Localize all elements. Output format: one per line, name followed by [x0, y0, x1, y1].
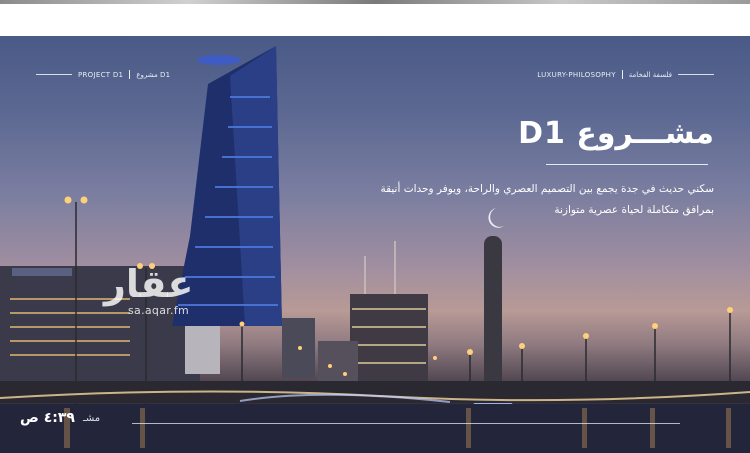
separator	[129, 70, 131, 79]
project-description: سكني حديث في جدة يجمع بين التصميم العصري…	[380, 183, 714, 216]
divider-line	[678, 74, 714, 75]
aqar-watermark: عقار sa.aqar.fm	[104, 264, 193, 317]
philosophy-label-ar: فلسفة الفخامة	[628, 70, 672, 79]
building-sign	[12, 268, 72, 276]
page-title: مشـــروع D1	[518, 116, 714, 151]
crescent-monument	[484, 236, 502, 396]
sea-water	[0, 404, 750, 453]
footer-overlay: ٤:٣٩ ص مشـ	[20, 410, 100, 426]
tower-crown	[197, 55, 241, 65]
top-bar	[0, 4, 750, 36]
construction-building	[350, 294, 428, 384]
project-label-en: PROJECT D1	[78, 70, 124, 79]
building-low	[318, 341, 358, 381]
header-philosophy-label: LUXURY-PHILOSOPHY فلسفة الفخامة	[537, 70, 714, 79]
footer-label: مشـ	[82, 412, 101, 424]
project-label-ar: مشروع D1	[136, 70, 171, 79]
header-project-label: PROJECT D1 مشروع D1	[36, 70, 170, 79]
divider-line	[36, 74, 72, 75]
timestamp: ٤:٣٩ ص	[20, 410, 75, 426]
watermark-brand: عقار	[104, 262, 194, 306]
hero-section: PROJECT D1 مشروع D1 LUXURY-PHILOSOPHY فل…	[0, 36, 750, 453]
footer-divider	[132, 423, 680, 424]
title-underline	[546, 164, 708, 165]
separator	[621, 70, 623, 79]
hero-background-image	[0, 46, 750, 453]
philosophy-label-en: LUXURY-PHILOSOPHY	[537, 70, 616, 79]
